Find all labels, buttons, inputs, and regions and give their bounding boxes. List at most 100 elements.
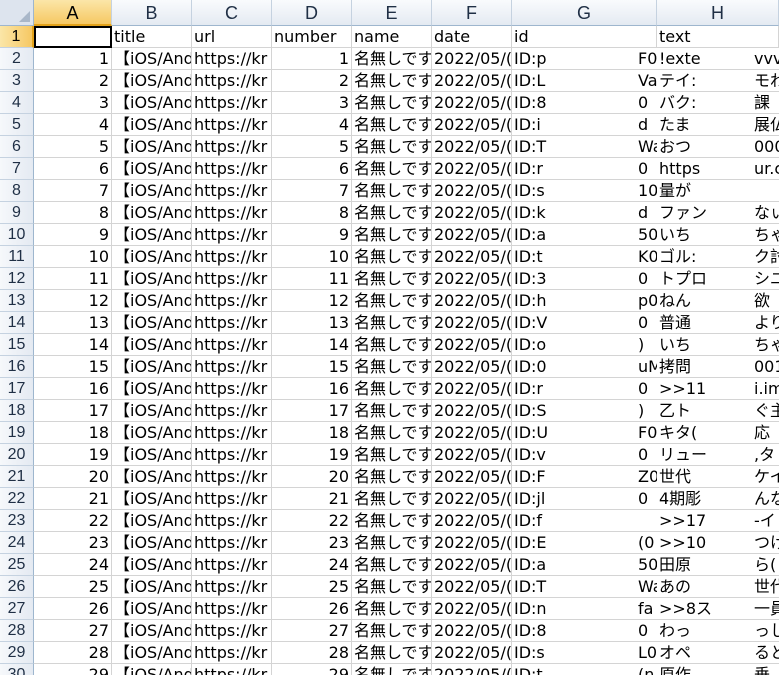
cell-e17[interactable]: 名無しです — [352, 378, 432, 400]
cell-b12[interactable]: 【iOS/And — [112, 268, 192, 290]
header-cell-name[interactable]: name — [352, 26, 432, 48]
cell-c12[interactable]: https://kr — [192, 268, 272, 290]
cell-e10[interactable]: 名無しです — [352, 224, 432, 246]
cell-f15[interactable]: 2022/05/( — [432, 334, 512, 356]
cell-h7-tail[interactable]: ur.c — [752, 158, 779, 180]
header-cell-g-right[interactable] — [592, 26, 657, 48]
row-header-2[interactable]: 2 — [0, 48, 34, 70]
cell-c27[interactable]: https://kr — [192, 598, 272, 620]
cell-g19-tail[interactable]: F0 — [578, 422, 657, 444]
cell-f8[interactable]: 2022/05/( — [432, 180, 512, 202]
column-header-d[interactable]: D — [272, 0, 352, 26]
cell-e4[interactable]: 名無しです — [352, 92, 432, 114]
cell-e27[interactable]: 名無しです — [352, 598, 432, 620]
cell-g16-tail[interactable]: uM — [578, 356, 657, 378]
cell-g9-tail[interactable]: d — [578, 202, 657, 224]
cell-f19[interactable]: 2022/05/( — [432, 422, 512, 444]
row-header-12[interactable]: 12 — [0, 268, 34, 290]
cell-c3[interactable]: https://kr — [192, 70, 272, 92]
header-cell-title[interactable]: title — [112, 26, 192, 48]
cell-d10[interactable]: 9 — [272, 224, 352, 246]
cell-c11[interactable]: https://kr — [192, 246, 272, 268]
cell-e8[interactable]: 名無しです — [352, 180, 432, 202]
cell-a22[interactable]: 21 — [34, 488, 112, 510]
cell-d15[interactable]: 14 — [272, 334, 352, 356]
cell-d17[interactable]: 16 — [272, 378, 352, 400]
cell-h5[interactable]: たま — [657, 114, 752, 136]
cell-d21[interactable]: 20 — [272, 466, 352, 488]
cell-d9[interactable]: 8 — [272, 202, 352, 224]
cell-h25-tail[interactable]: ら( — [752, 554, 779, 576]
cell-e18[interactable]: 名無しです — [352, 400, 432, 422]
cell-d19[interactable]: 18 — [272, 422, 352, 444]
cell-g24-tail[interactable]: (0 — [578, 532, 657, 554]
cell-d18[interactable]: 17 — [272, 400, 352, 422]
cell-e25[interactable]: 名無しです — [352, 554, 432, 576]
cell-d23[interactable]: 22 — [272, 510, 352, 532]
cell-c7[interactable]: https://kr — [192, 158, 272, 180]
cell-e30[interactable]: 名無しです — [352, 664, 432, 675]
row-header-19[interactable]: 19 — [0, 422, 34, 444]
row-header-13[interactable]: 13 — [0, 290, 34, 312]
cell-b3[interactable]: 【iOS/And — [112, 70, 192, 92]
cell-g3[interactable]: ID:L — [512, 70, 578, 92]
cell-g25-tail[interactable]: 50 — [578, 554, 657, 576]
cell-f24[interactable]: 2022/05/( — [432, 532, 512, 554]
row-header-25[interactable]: 25 — [0, 554, 34, 576]
cell-d13[interactable]: 12 — [272, 290, 352, 312]
cell-a7[interactable]: 6 — [34, 158, 112, 180]
cell-a15[interactable]: 14 — [34, 334, 112, 356]
cell-h12[interactable]: トプロ — [657, 268, 752, 290]
column-header-c[interactable]: C — [192, 0, 272, 26]
cell-g21-tail[interactable]: Z0 — [578, 466, 657, 488]
cell-a20[interactable]: 19 — [34, 444, 112, 466]
cell-h18-tail[interactable]: ぐ主 — [752, 400, 779, 422]
cell-f28[interactable]: 2022/05/( — [432, 620, 512, 642]
cell-f30[interactable]: 2022/05/( — [432, 664, 512, 675]
cell-h27-tail[interactable]: 一員 — [752, 598, 779, 620]
cell-a2[interactable]: 1 — [34, 48, 112, 70]
cell-e29[interactable]: 名無しです — [352, 642, 432, 664]
cell-d22[interactable]: 21 — [272, 488, 352, 510]
cell-e3[interactable]: 名無しです — [352, 70, 432, 92]
cell-b26[interactable]: 【iOS/And — [112, 576, 192, 598]
cell-a11[interactable]: 10 — [34, 246, 112, 268]
cell-e6[interactable]: 名無しです — [352, 136, 432, 158]
cell-a27[interactable]: 26 — [34, 598, 112, 620]
cell-a3[interactable]: 2 — [34, 70, 112, 92]
cell-b22[interactable]: 【iOS/And — [112, 488, 192, 510]
cell-a16[interactable]: 15 — [34, 356, 112, 378]
row-header-26[interactable]: 26 — [0, 576, 34, 598]
cell-e15[interactable]: 名無しです — [352, 334, 432, 356]
cell-g26-tail[interactable]: Wa — [578, 576, 657, 598]
row-header-30[interactable]: 30 — [0, 664, 34, 675]
cell-c30[interactable]: https://kr — [192, 664, 272, 675]
cell-b6[interactable]: 【iOS/And — [112, 136, 192, 158]
cell-b16[interactable]: 【iOS/And — [112, 356, 192, 378]
cell-d20[interactable]: 19 — [272, 444, 352, 466]
cell-c19[interactable]: https://kr — [192, 422, 272, 444]
cell-g12-tail[interactable]: 0 — [578, 268, 657, 290]
cell-c22[interactable]: https://kr — [192, 488, 272, 510]
cell-e19[interactable]: 名無しです — [352, 422, 432, 444]
cell-h9[interactable]: ファン — [657, 202, 752, 224]
cell-h23-tail[interactable]: -イ — [752, 510, 779, 532]
cell-h21-tail[interactable]: ケイ — [752, 466, 779, 488]
cell-a13[interactable]: 12 — [34, 290, 112, 312]
cell-f21[interactable]: 2022/05/( — [432, 466, 512, 488]
cell-b5[interactable]: 【iOS/And — [112, 114, 192, 136]
cell-a21[interactable]: 20 — [34, 466, 112, 488]
cell-a5[interactable]: 4 — [34, 114, 112, 136]
cell-b18[interactable]: 【iOS/And — [112, 400, 192, 422]
cell-g15-tail[interactable]: ) — [578, 334, 657, 356]
header-cell-h-right[interactable] — [752, 26, 779, 48]
cell-b4[interactable]: 【iOS/And — [112, 92, 192, 114]
cell-c23[interactable]: https://kr — [192, 510, 272, 532]
row-header-29[interactable]: 29 — [0, 642, 34, 664]
cell-a26[interactable]: 25 — [34, 576, 112, 598]
cell-a8[interactable]: 7 — [34, 180, 112, 202]
cell-h22[interactable]: 4期彫 — [657, 488, 752, 510]
cell-g6-tail[interactable]: Wa — [578, 136, 657, 158]
cell-b27[interactable]: 【iOS/And — [112, 598, 192, 620]
cell-g7[interactable]: ID:r — [512, 158, 578, 180]
